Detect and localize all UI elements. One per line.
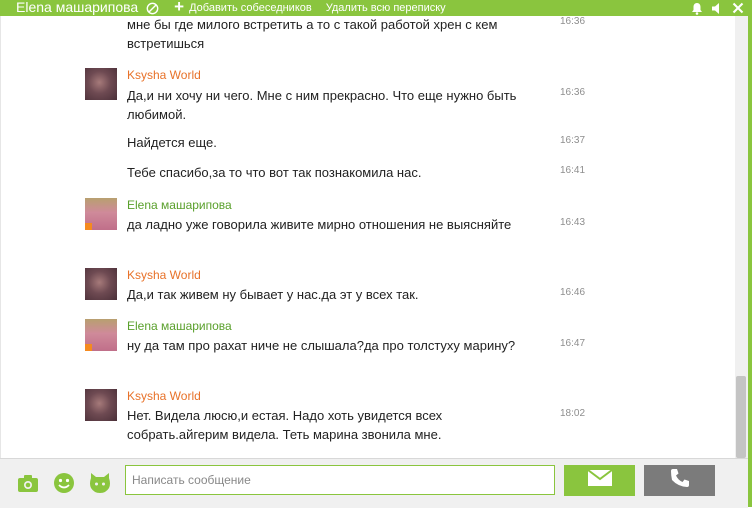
add-participants-button[interactable]: + Добавить собеседников [174, 0, 312, 16]
chat-title: Elena машарипова [16, 0, 139, 15]
message-text: Да,и так живем ну бывает у нас.да эт у в… [127, 287, 419, 302]
window-controls [683, 0, 744, 16]
message-time: 16:36 [560, 87, 586, 98]
delete-history-label: Удалить всю переписку [325, 2, 446, 14]
message-time: 16:46 [560, 287, 586, 298]
message-time: 16:36 [560, 16, 586, 27]
smiley-icon[interactable] [53, 472, 75, 494]
message-author[interactable]: Elena машарипова [127, 198, 232, 212]
message-text: мне бы где милого встретить а то с такой… [127, 17, 498, 51]
message-time: 16:37 [560, 135, 586, 146]
message-text: Тебе спасибо,за то что вот так познакоми… [127, 165, 422, 180]
plus-icon: + [174, 0, 185, 16]
message-list[interactable]: мне бы где милого встретить а то с такой… [0, 16, 737, 458]
add-participants-label: Добавить собеседников [189, 2, 312, 14]
window-border [748, 16, 752, 507]
avatar[interactable] [85, 319, 117, 351]
close-icon[interactable] [732, 2, 744, 14]
avatar[interactable] [85, 68, 117, 100]
chat-header: Elena машарипова + Добавить собеседников… [0, 0, 752, 16]
status-badge [85, 344, 92, 351]
status-badge [85, 223, 92, 230]
scrollbar-thumb[interactable] [736, 376, 746, 458]
bell-icon[interactable] [691, 2, 703, 15]
message-time: 16:41 [560, 165, 586, 176]
message-author[interactable]: Ksysha World [127, 68, 201, 82]
message-text: Да,и ни хочу ни чего. Мне с ним прекрасн… [127, 88, 517, 122]
message-time: 18:02 [560, 408, 586, 419]
envelope-icon [586, 469, 613, 492]
message-time: 16:47 [560, 338, 586, 349]
phone-icon [669, 467, 691, 494]
avatar[interactable] [85, 389, 117, 421]
camera-icon[interactable] [17, 472, 39, 494]
avatar[interactable] [85, 268, 117, 300]
message-input[interactable]: Написать сообщение [125, 465, 555, 495]
message-author[interactable]: Elena машарипова [127, 319, 232, 333]
call-button[interactable] [644, 465, 715, 496]
block-icon[interactable] [146, 2, 159, 15]
message-author[interactable]: Ksysha World [127, 268, 201, 282]
message-text: ну да там про рахат ниче не слышала?да п… [127, 338, 516, 353]
delete-history-button[interactable]: Удалить всю переписку [326, 2, 446, 14]
message-text: Найдется еще. [127, 135, 217, 150]
speaker-icon[interactable] [711, 2, 724, 15]
cat-icon[interactable] [89, 472, 111, 494]
message-time: 16:43 [560, 217, 586, 228]
message-text: да ладно уже говорила живите мирно отнош… [127, 217, 512, 232]
avatar[interactable] [85, 198, 117, 230]
chat-scrollbar[interactable] [735, 16, 748, 458]
message-text: Нет. Видела люсю,и естая. Надо хоть увид… [127, 408, 443, 442]
composer-bar: Написать сообщение [0, 458, 748, 508]
send-button[interactable] [564, 465, 635, 496]
message-author[interactable]: Ksysha World [127, 389, 201, 403]
